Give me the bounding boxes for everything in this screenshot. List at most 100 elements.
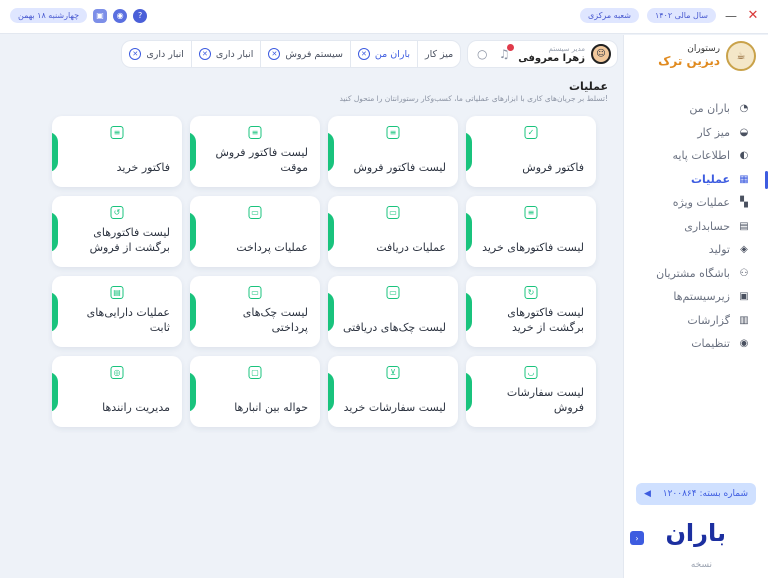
operation-card[interactable]: ≡ فاکتور خرید — [52, 116, 182, 187]
date-badge: چهارشنبه ۱۸ بهمن — [10, 8, 88, 23]
tab-label: انبار داری — [146, 48, 184, 60]
transfer-icon: ▢ — [248, 366, 262, 379]
operation-card[interactable]: ▭ لیست چک‌های پرداختی — [190, 276, 320, 347]
payment-icon: ▭ — [248, 206, 262, 219]
operation-card-label: لیست سفارشات فروش — [506, 386, 584, 414]
titlebar-right: ✕ — سال مالی ۱۴۰۲ شعبه مرکزی — [579, 8, 760, 23]
open-tabs: میز کار باران من ✕ سیستم فروش ✕ انبار داری ✕ ان… — [121, 40, 462, 68]
notification-badge — [507, 44, 515, 51]
tab-label: میز کار — [425, 48, 454, 60]
sidebar-item-chart[interactable]: ▥ گزارشات — [623, 309, 768, 333]
sidebar-item-calculator[interactable]: ▤ حسابداری — [623, 215, 768, 239]
operation-card[interactable]: ▤ عملیات دارایی‌های ثابت — [52, 276, 182, 347]
sidebar-item-label: باران من — [689, 102, 730, 116]
sidebar-item-label: میز کار — [697, 125, 730, 139]
operation-card-label: لیست فاکتورهای برگشت از خرید — [507, 306, 584, 334]
search-icon[interactable]: ○ — [474, 46, 490, 62]
caret-left-icon: ◀ — [644, 489, 651, 499]
basket-icon: ◡ — [524, 366, 538, 379]
purchase-icon: ≡ — [110, 126, 124, 139]
title-bar: ✕ — سال مالی ۱۴۰۲ شعبه مرکزی چهارشنبه ۱۸… — [0, 0, 768, 34]
operation-card[interactable]: ≡ لیست فاکتور فروش — [328, 116, 458, 187]
calculator-icon: ▤ — [739, 220, 749, 232]
avatar[interactable]: ☺ — [591, 44, 611, 64]
sidebar-item-settings[interactable]: ◉ تنظیمات — [623, 332, 768, 356]
sidebar-item-desk[interactable]: ◒ میز کار — [623, 121, 768, 145]
sidebar-item-info[interactable]: ◐ اطلاعات پایه — [623, 144, 768, 168]
header-tab[interactable]: باران من ✕ — [349, 41, 417, 67]
special-ops-icon: ▚ — [740, 197, 748, 209]
titlebar-left: چهارشنبه ۱۸ بهمن ▣ ◉ ? — [10, 8, 148, 23]
package-number-box[interactable]: شماره بسته: ۱۲۰۰۸۶۴ ◀ — [636, 483, 756, 505]
operation-card[interactable]: ≡ لیست فاکتور فروش موقت — [190, 116, 320, 187]
close-tab-icon[interactable]: ✕ — [198, 48, 211, 60]
operation-card-label: عملیات دارایی‌های ثابت — [86, 306, 170, 334]
sidebar-item-box[interactable]: ◈ تولید — [623, 238, 768, 262]
grid-icon: ▦ — [739, 173, 749, 185]
temp-list-icon: ≡ — [248, 126, 262, 139]
header-tab[interactable]: انبار داری ✕ — [122, 41, 191, 67]
purchase-return-icon: ↻ — [524, 286, 538, 299]
fiscal-year-badge[interactable]: سال مالی ۱۴۰۲ — [646, 8, 716, 23]
operation-card-label: عملیات پرداخت — [236, 241, 308, 254]
sidebar-item-label: عملیات ویژه — [672, 196, 730, 210]
baran-icon: ◔ — [739, 103, 749, 115]
page-subtitle: تسلط بر جریان‌های کاری با ابزارهای عملیا… — [339, 94, 608, 103]
support-icon[interactable]: ◉ — [113, 8, 128, 23]
receive-icon: ▭ — [386, 206, 400, 219]
tab-label: باران من — [374, 48, 410, 60]
lock-icon[interactable]: ▣ — [93, 8, 108, 23]
close-tab-icon[interactable]: ✕ — [129, 48, 142, 60]
sidebar-item-users[interactable]: ⚇ باشگاه مشتریان — [623, 262, 768, 286]
sidebar-item-subsystem[interactable]: ▣ زیرسیستم‌ها — [623, 285, 768, 309]
sidebar-item-special-ops[interactable]: ▚ عملیات ویژه — [623, 191, 768, 215]
sidebar-item-grid[interactable]: ▦ عملیات — [623, 168, 768, 192]
bell-icon[interactable]: ♫ — [496, 44, 515, 62]
operation-card-label: فاکتور فروش — [522, 161, 584, 174]
list-icon: ≡ — [386, 126, 400, 139]
sidebar-item-label: حسابداری — [684, 219, 730, 233]
close-icon[interactable]: ✕ — [746, 8, 760, 23]
operation-card[interactable]: ◎ مدیریت رانندها — [52, 356, 182, 427]
collapse-sidebar-button[interactable]: › — [630, 531, 644, 545]
close-tab-icon[interactable]: ✕ — [357, 48, 370, 60]
operation-card[interactable]: ▢ حواله بین انبارها — [190, 356, 320, 427]
close-tab-icon[interactable]: ✕ — [268, 48, 281, 60]
operation-card[interactable]: ◡ لیست سفارشات فروش — [466, 356, 596, 427]
subsystem-icon: ▣ — [739, 291, 749, 303]
operation-card[interactable]: ▭ لیست چک‌های دریافتی — [328, 276, 458, 347]
operation-card[interactable]: ⊻ لیست سفارشات خرید — [328, 356, 458, 427]
sidebar-item-baran[interactable]: ◔ باران من — [623, 97, 768, 121]
operation-card[interactable]: ≡ لیست فاکتورهای خرید — [466, 196, 596, 267]
header-tab[interactable]: انبار داری ✕ — [190, 41, 261, 67]
sidebar-nav: ◔ باران من ◒ میز کار ◐ اطلاعات پایه ▦ عملیات ▚ عم… — [623, 97, 768, 356]
header-tab[interactable]: سیستم فروش ✕ — [260, 41, 349, 67]
tab-label: سیستم فروش — [285, 48, 343, 60]
operation-card[interactable]: ▭ عملیات دریافت — [328, 196, 458, 267]
minimize-icon[interactable]: — — [724, 9, 738, 23]
sidebar-item-label: زیرسیستم‌ها — [673, 290, 730, 304]
user-name: زهرا معروفی — [518, 52, 585, 64]
operation-card-label: فاکتور خرید — [116, 161, 170, 174]
operation-card-label: حواله بین انبارها — [234, 401, 308, 414]
sidebar-item-label: باشگاه مشتریان — [656, 266, 730, 280]
branch-badge[interactable]: شعبه مرکزی — [579, 8, 639, 23]
package-number-text: شماره بسته: ۱۲۰۰۸۶۴ — [662, 489, 748, 499]
tab-label: انبار داری — [215, 48, 254, 60]
purchase-list-icon: ≡ — [524, 206, 538, 219]
cheque-out-icon: ▭ — [248, 286, 262, 299]
cheque-in-icon: ▭ — [386, 286, 400, 299]
box-icon: ◈ — [740, 244, 748, 256]
sidebar-item-label: اطلاعات پایه — [672, 149, 730, 163]
logo-emblem-icon: ☕ — [726, 41, 756, 71]
header-tab[interactable]: میز کار — [417, 41, 460, 67]
help-icon[interactable]: ? — [133, 8, 148, 23]
operation-card[interactable]: ↺ لیست فاکتورهای برگشت از فروش — [52, 196, 182, 267]
settings-icon: ◉ — [739, 338, 749, 350]
info-icon: ◐ — [739, 150, 749, 162]
operation-card[interactable]: ▭ عملیات پرداخت — [190, 196, 320, 267]
operation-card[interactable]: ✓ فاکتور فروش — [466, 116, 596, 187]
operation-card-label: لیست فاکتورهای خرید — [482, 241, 584, 254]
operation-card[interactable]: ↻ لیست فاکتورهای برگشت از خرید — [466, 276, 596, 347]
user-panel[interactable]: ☺ مدیر سیستم زهرا معروفی ♫ ○ — [467, 40, 618, 68]
